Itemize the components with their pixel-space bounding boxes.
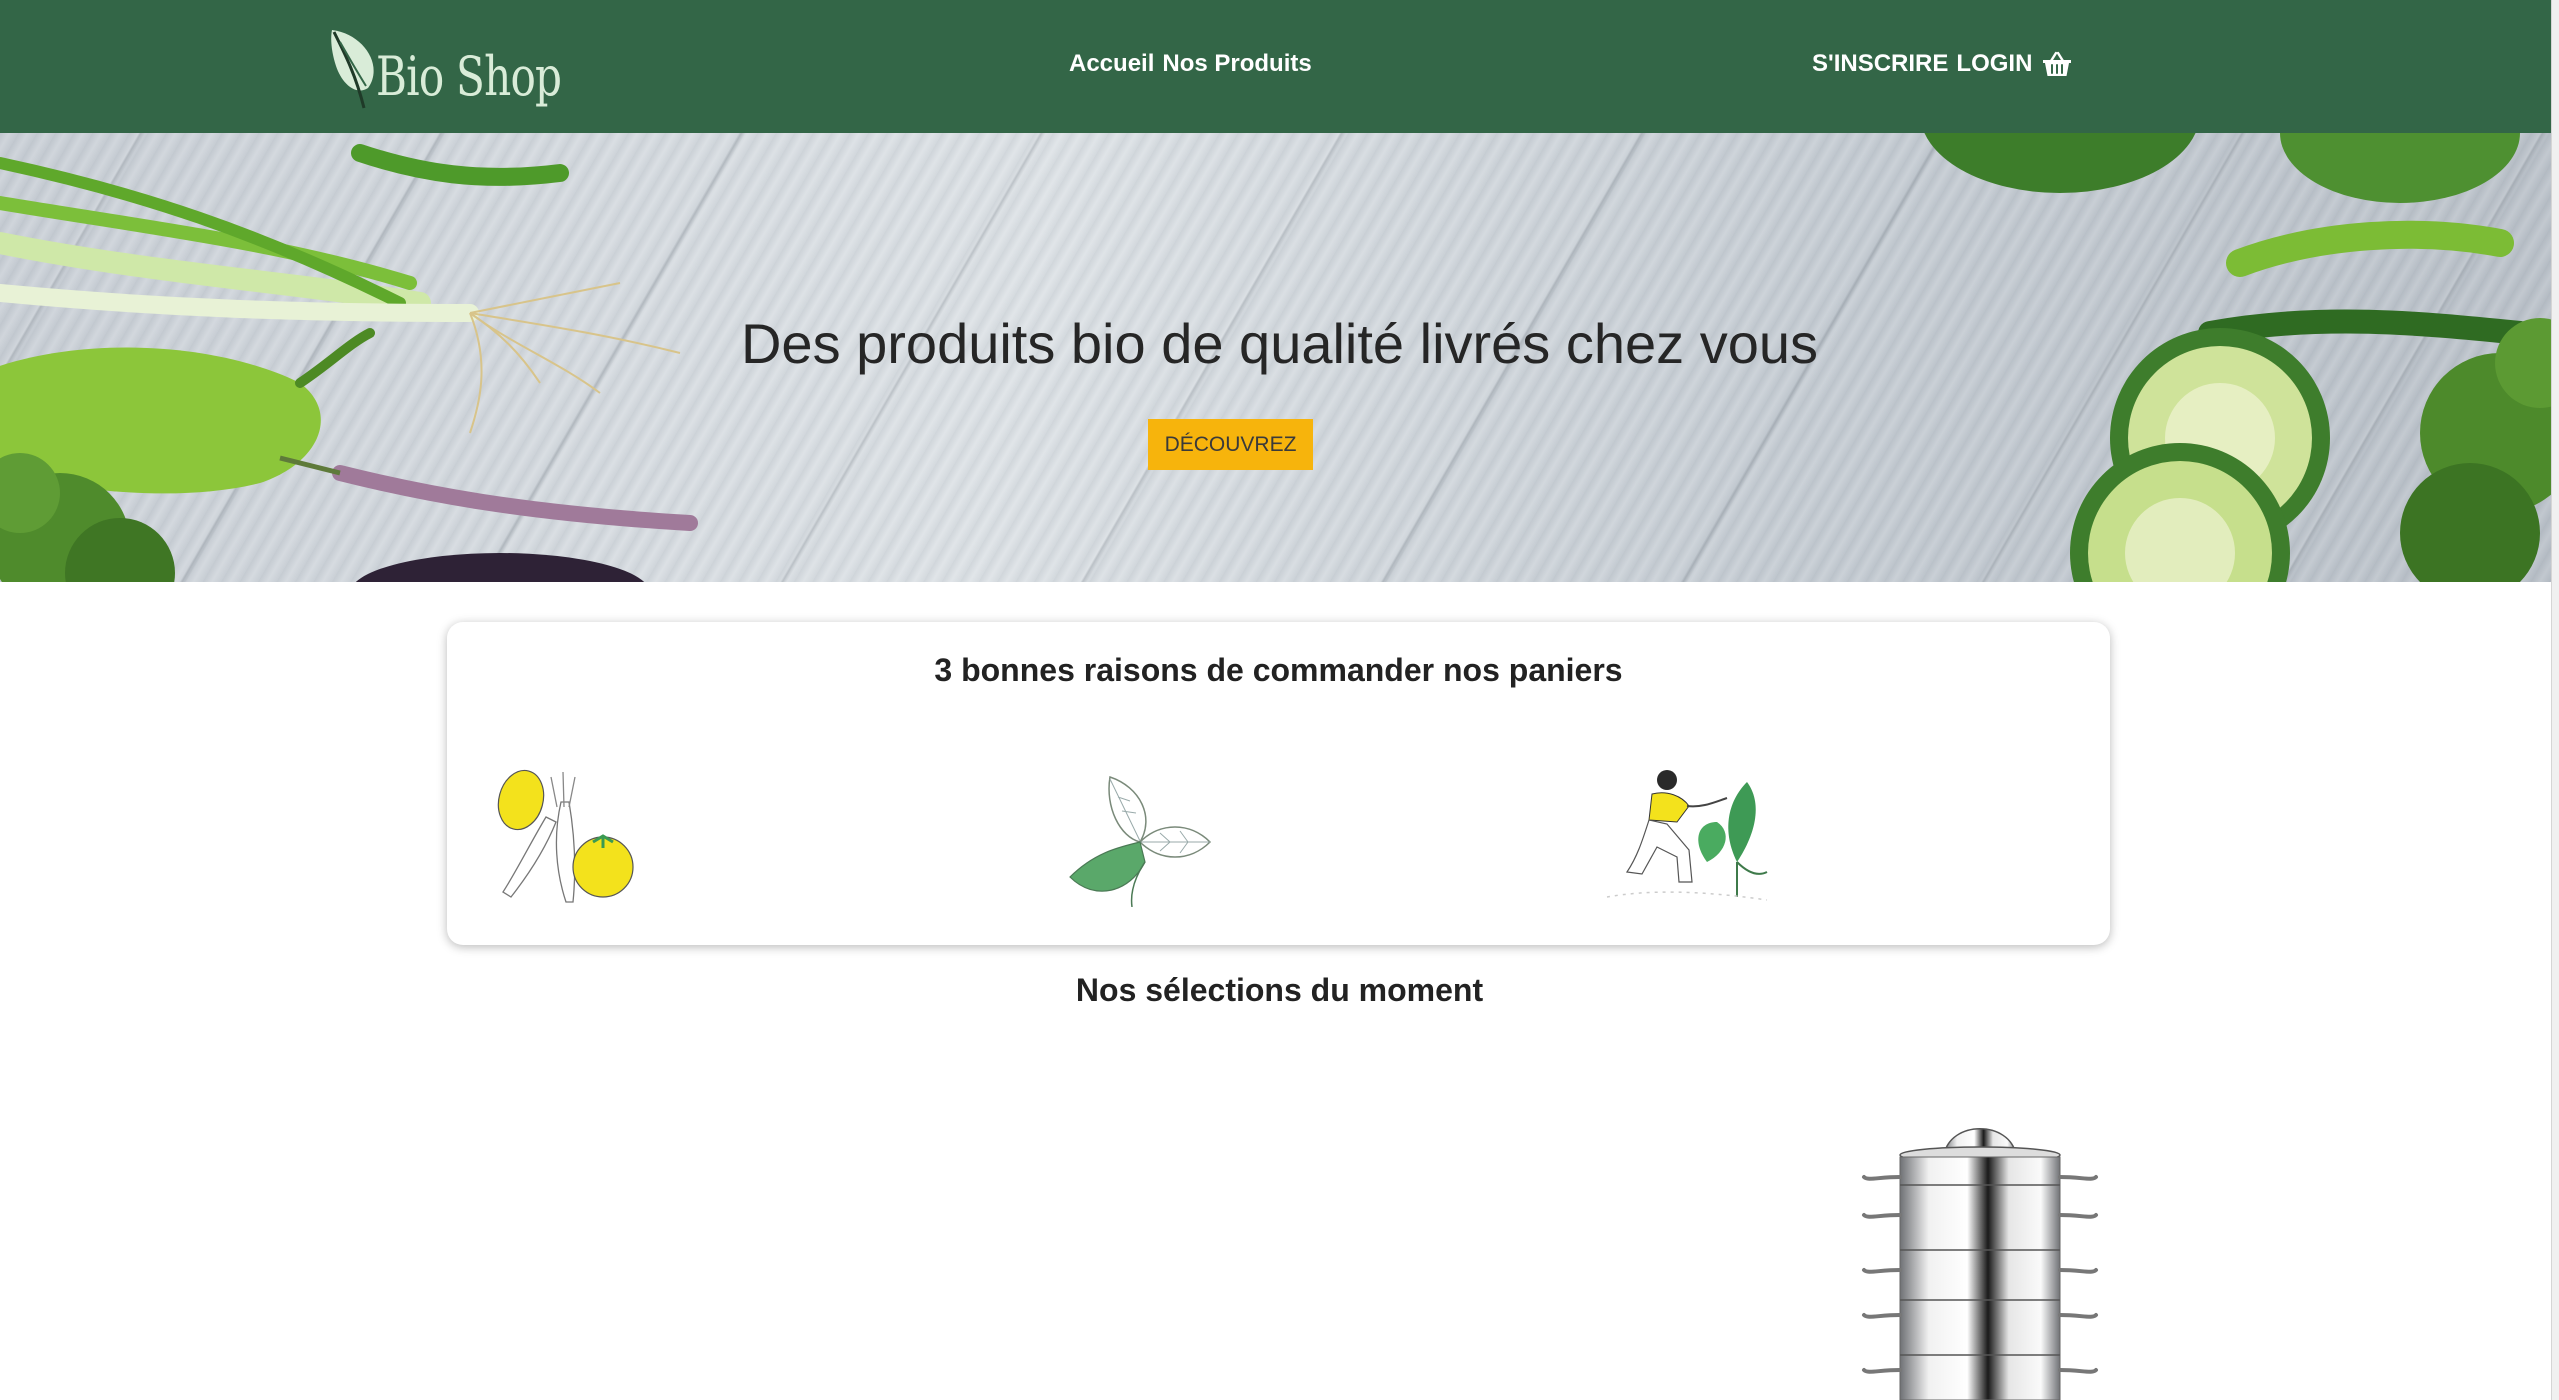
top-navbar: Bio Shop Accueil Nos Produits S'INSCRIRE… — [0, 0, 2559, 133]
nav-link-login[interactable]: LOGIN — [1956, 50, 2032, 78]
vegetables-illustration — [497, 769, 634, 903]
page-scrollbar[interactable] — [2551, 0, 2559, 1400]
discover-button[interactable]: DÉCOUVREZ — [1148, 419, 1313, 470]
gardener-illustration — [1606, 770, 1768, 901]
hero-title: Des produits bio de qualité livrés chez … — [740, 312, 1818, 375]
leaf-icon — [331, 30, 374, 109]
steamer-pot-image[interactable] — [1858, 1115, 2102, 1400]
nav-link-accueil[interactable]: Accueil — [1069, 50, 1154, 78]
leaves-illustration — [1069, 776, 1212, 907]
basket-icon[interactable] — [2042, 51, 2072, 77]
nav-link-sinscrire[interactable]: S'INSCRIRE — [1812, 50, 1948, 78]
selections-title: Nos sélections du moment — [1075, 972, 1484, 1008]
nav-link-nos-produits[interactable]: Nos Produits — [1162, 50, 1311, 78]
hero-banner: Des produits bio de qualité livrés chez … — [0, 133, 2559, 582]
account-nav: S'INSCRIRE LOGIN — [1812, 50, 2072, 78]
reasons-title: 3 bonnes raisons de commander nos panier… — [934, 652, 1623, 688]
logo[interactable]: Bio Shop — [326, 24, 613, 110]
reasons-card: 3 bonnes raisons de commander nos panier… — [447, 622, 2110, 945]
main-nav: Accueil Nos Produits — [1069, 50, 1312, 78]
logo-text: Bio Shop — [376, 45, 562, 108]
